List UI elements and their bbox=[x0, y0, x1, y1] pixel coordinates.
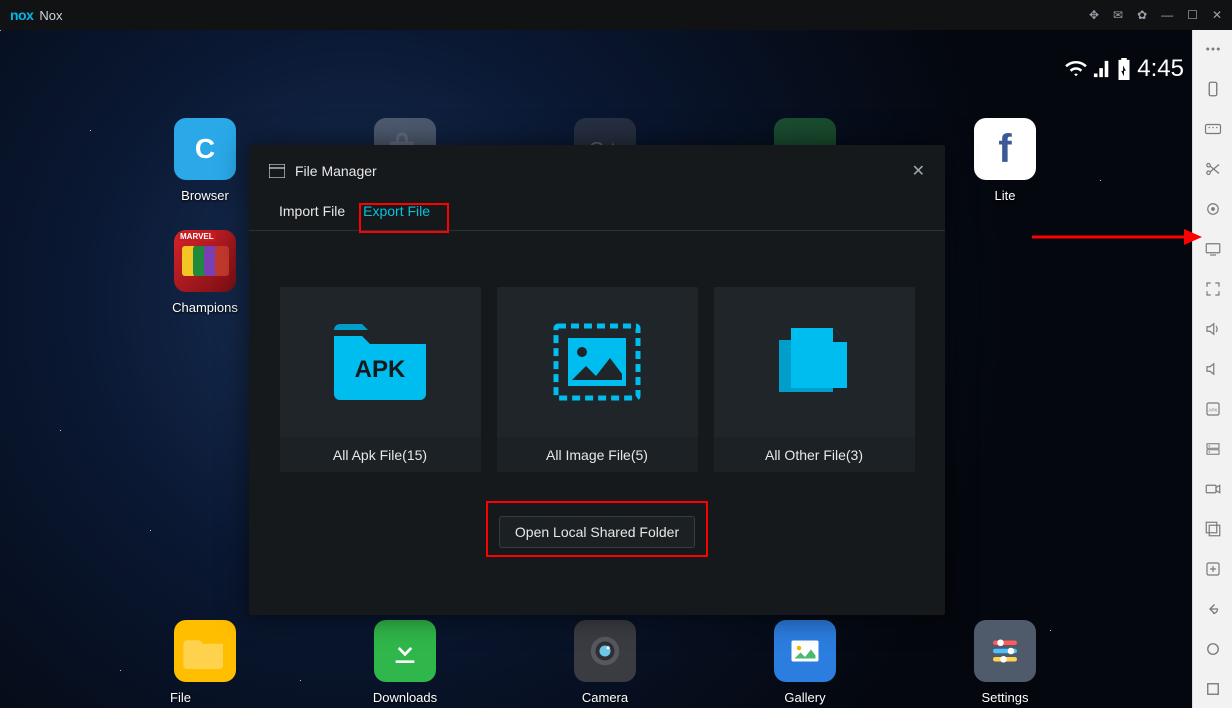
tab-import-file[interactable]: Import File bbox=[279, 201, 345, 221]
category-apk-label: All Apk File(15) bbox=[280, 437, 481, 472]
app-file-manager[interactable]: File Manager bbox=[170, 620, 240, 708]
location-icon[interactable] bbox=[1202, 198, 1224, 220]
maximize-button[interactable]: ☐ bbox=[1187, 8, 1198, 22]
volume-down-icon[interactable] bbox=[1202, 358, 1224, 380]
svg-text:APK: APK bbox=[1208, 407, 1217, 412]
app-title: Nox bbox=[39, 8, 62, 23]
record-icon[interactable] bbox=[1202, 478, 1224, 500]
keyboard-icon[interactable] bbox=[1202, 118, 1224, 140]
home-icon[interactable] bbox=[1202, 638, 1224, 660]
back-icon[interactable] bbox=[1202, 598, 1224, 620]
category-image-label: All Image File(5) bbox=[497, 437, 698, 472]
mail-icon[interactable]: ✉ bbox=[1113, 8, 1123, 22]
android-statusbar: 4:45 bbox=[1065, 55, 1184, 83]
add-icon[interactable] bbox=[1202, 558, 1224, 580]
annotation-open-highlight bbox=[486, 501, 708, 557]
battery-icon bbox=[1117, 58, 1131, 80]
app-champions[interactable]: MARVEL Champions bbox=[170, 230, 240, 315]
more-icon[interactable] bbox=[1202, 38, 1224, 60]
category-image[interactable]: All Image File(5) bbox=[497, 287, 698, 472]
signal-icon bbox=[1093, 60, 1111, 78]
minimize-button[interactable]: — bbox=[1161, 8, 1173, 22]
category-cards: APK All Apk File(15) All Image File(5) A… bbox=[249, 231, 945, 472]
gear-icon[interactable]: ✿ bbox=[1137, 8, 1147, 22]
dialog-header: File Manager ✕ bbox=[249, 145, 945, 197]
app-browser[interactable]: C Browser bbox=[170, 118, 240, 203]
recent-icon[interactable] bbox=[1202, 678, 1224, 700]
apk-install-icon[interactable]: APK bbox=[1202, 398, 1224, 420]
dialog-icon bbox=[269, 164, 285, 178]
dialog-close-button[interactable]: ✕ bbox=[912, 161, 925, 181]
pin-icon[interactable]: ✥ bbox=[1089, 8, 1099, 22]
dialog-title: File Manager bbox=[295, 163, 377, 179]
close-button[interactable]: ✕ bbox=[1212, 8, 1222, 22]
my-computer-icon[interactable] bbox=[1202, 238, 1224, 260]
app-gallery[interactable]: Gallery bbox=[770, 620, 840, 708]
app-settings[interactable]: Settings bbox=[970, 620, 1040, 708]
category-other[interactable]: All Other File(3) bbox=[714, 287, 915, 472]
app-downloads[interactable]: Downloads bbox=[370, 620, 440, 708]
category-apk[interactable]: APK All Apk File(15) bbox=[280, 287, 481, 472]
nox-side-toolbar: APK bbox=[1192, 30, 1232, 708]
annotation-export-highlight bbox=[359, 203, 449, 233]
other-files-icon bbox=[769, 322, 859, 402]
window-titlebar: nox Nox ✥ ✉ ✿ — ☐ ✕ bbox=[0, 0, 1232, 30]
clock-text: 4:45 bbox=[1137, 55, 1184, 83]
app-camera[interactable]: Camera bbox=[570, 620, 640, 708]
home-dock: File Manager Downloads Camera Gallery bbox=[170, 620, 1040, 708]
volume-up-icon[interactable] bbox=[1202, 318, 1224, 340]
wifi-icon bbox=[1065, 60, 1087, 78]
window-controls: ✥ ✉ ✿ — ☐ ✕ bbox=[1089, 8, 1222, 22]
annotation-arrow bbox=[1032, 225, 1202, 249]
scissors-icon[interactable] bbox=[1202, 158, 1224, 180]
dialog-tabs: Import File Export File bbox=[249, 197, 945, 231]
shake-icon[interactable] bbox=[1202, 78, 1224, 100]
emulator-screen: 4:45 C Browser G✦ bbox=[0, 30, 1192, 708]
multi-instance-icon[interactable] bbox=[1202, 518, 1224, 540]
app-facebook-lite[interactable]: f Lite bbox=[970, 118, 1040, 203]
image-icon bbox=[552, 322, 642, 402]
fullscreen-icon[interactable] bbox=[1202, 278, 1224, 300]
apk-folder-icon: APK bbox=[330, 322, 430, 402]
svg-text:APK: APK bbox=[355, 356, 406, 383]
main-area: 4:45 C Browser G✦ bbox=[0, 30, 1232, 708]
home-row-2: MARVEL Champions bbox=[170, 230, 240, 315]
multi-drive-icon[interactable] bbox=[1202, 438, 1224, 460]
app-logo: nox bbox=[10, 7, 33, 23]
category-other-label: All Other File(3) bbox=[714, 437, 915, 472]
